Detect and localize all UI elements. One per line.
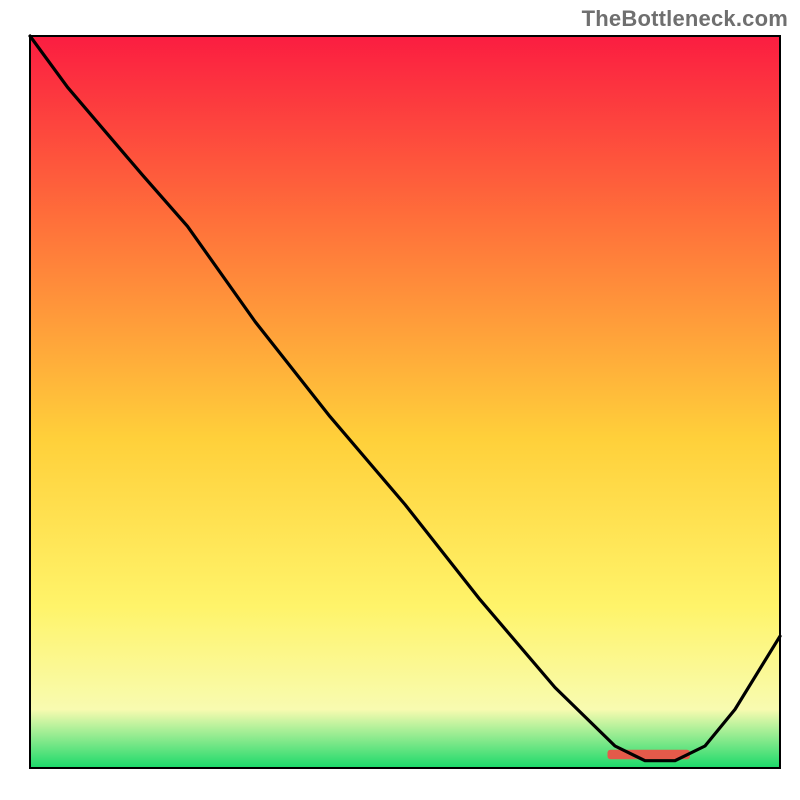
chart-svg [0,0,800,800]
chart-container: TheBottleneck.com [0,0,800,800]
watermark-text: TheBottleneck.com [582,6,788,32]
plot-background [30,36,780,768]
